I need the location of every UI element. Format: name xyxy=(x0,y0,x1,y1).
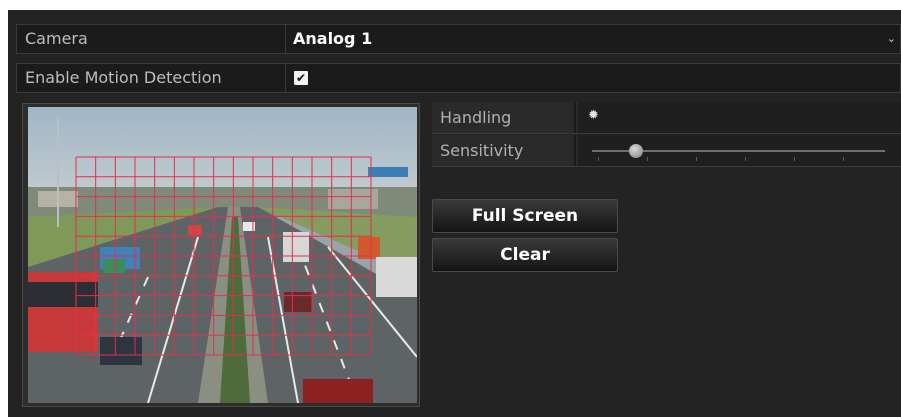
setting-divider xyxy=(574,102,576,133)
row-divider xyxy=(285,64,286,92)
camera-label: Camera xyxy=(25,29,88,48)
setting-divider xyxy=(574,135,576,166)
slider-tick xyxy=(745,157,746,161)
sensitivity-field xyxy=(578,135,901,166)
slider-tick xyxy=(843,157,844,161)
gear-icon[interactable]: ✹ xyxy=(588,108,599,123)
enable-motion-label: Enable Motion Detection xyxy=(25,68,222,87)
slider-tick xyxy=(696,157,697,161)
clear-button[interactable]: Clear xyxy=(432,238,618,272)
enable-motion-checkbox[interactable]: ✔ xyxy=(294,71,308,85)
sensitivity-label: Sensitivity xyxy=(440,141,524,160)
slider-tick xyxy=(794,157,795,161)
camera-select[interactable]: Analog 1 xyxy=(293,25,372,53)
handling-field: ✹ xyxy=(578,102,901,133)
handling-row: Handling ✹ xyxy=(432,102,901,134)
slider-tick xyxy=(647,157,648,161)
full-screen-button[interactable]: Full Screen xyxy=(432,199,618,233)
sensitivity-row: Sensitivity xyxy=(432,135,901,167)
slider-tick xyxy=(598,157,599,161)
handling-label: Handling xyxy=(440,108,512,127)
camera-preview[interactable] xyxy=(28,107,417,403)
sensitivity-slider-thumb[interactable] xyxy=(628,144,643,158)
preview-scene xyxy=(28,107,417,403)
camera-row: Camera Analog 1 ⌄ xyxy=(16,24,901,54)
chevron-down-icon[interactable]: ⌄ xyxy=(887,25,896,53)
enable-motion-row: Enable Motion Detection ✔ xyxy=(16,63,901,93)
row-divider xyxy=(285,25,286,53)
